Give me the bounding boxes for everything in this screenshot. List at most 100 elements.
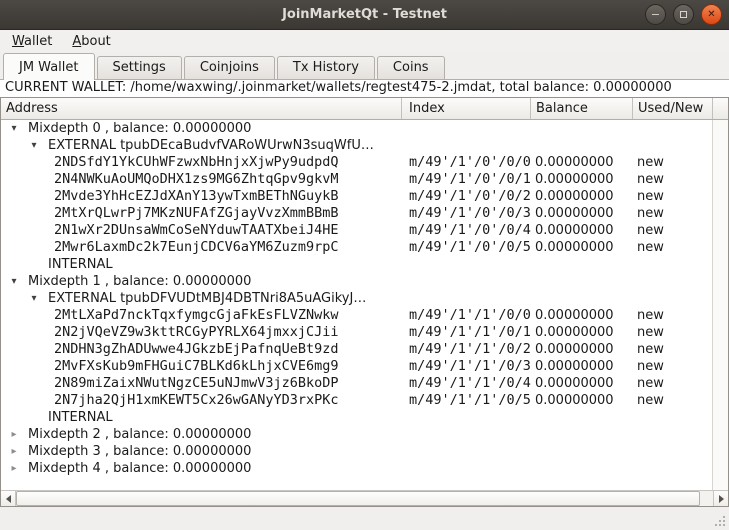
maximize-icon[interactable]: [673, 4, 694, 25]
row-label: 2MtLXaPd7nckTqxfymgcGjaFkEsFLVZNwkw: [54, 307, 338, 323]
expand-arrow-icon[interactable]: ▾: [27, 290, 41, 307]
minimize-icon[interactable]: −: [645, 4, 666, 25]
tree-row[interactable]: 2N2jVQeVZ9w3kttRCGyPYRLX64jmxxjCJii m/49…: [1, 324, 712, 341]
index-cell: m/49'/1'/0'/0/2: [402, 188, 531, 205]
tab-jm-wallet[interactable]: JM Wallet: [3, 53, 95, 80]
address-cell: ▾ EXTERNAL tpubDEcaBudvfVARoWUrwN3suqWfU…: [1, 137, 402, 154]
tab-settings[interactable]: Settings: [97, 56, 182, 79]
menu-about[interactable]: About: [62, 32, 120, 51]
scroll-left-arrow-icon[interactable]: [1, 491, 16, 506]
column-header-balance[interactable]: Balance: [531, 98, 633, 119]
expand-arrow-icon[interactable]: ▾: [7, 120, 21, 137]
tree-row[interactable]: 2MtLXaPd7nckTqxfymgcGjaFkEsFLVZNwkw m/49…: [1, 307, 712, 324]
column-header-used-new[interactable]: Used/New: [633, 98, 713, 119]
used-new-cell: [633, 256, 712, 273]
address-cell: 2Mvde3YhHcEZJdXAnY13ywTxmBEThNGuykB: [1, 188, 402, 205]
used-new-cell: new: [633, 375, 712, 392]
expand-arrow-icon[interactable]: ▸: [7, 443, 21, 460]
index-cell: m/49'/1'/1'/0/1: [402, 324, 531, 341]
address-cell: INTERNAL: [1, 409, 402, 426]
tree-row[interactable]: 2MvFXsKub9mFHGuiC7BLKd6kLhjxCVE6mg9 m/49…: [1, 358, 712, 375]
tree-row[interactable]: ▸ Mixdepth 4 , balance: 0.00000000: [1, 460, 712, 477]
address-cell: 2N4NWKuAoUMQoDHX1zs9MG6ZhtqGpv9gkvM: [1, 171, 402, 188]
tree-row[interactable]: 2N4NWKuAoUMQoDHX1zs9MG6ZhtqGpv9gkvM m/49…: [1, 171, 712, 188]
row-label: 2N7jha2QjH1xmKEWT5Cx26wGANyYD3rxPKc: [54, 392, 338, 408]
grip-dots: [723, 524, 725, 526]
used-new-cell: new: [633, 171, 712, 188]
expand-arrow-icon[interactable]: ▸: [7, 460, 21, 477]
tree-row[interactable]: 2Mvde3YhHcEZJdXAnY13ywTxmBEThNGuykB m/49…: [1, 188, 712, 205]
row-label: Mixdepth 0 , balance: 0.00000000: [28, 121, 251, 136]
balance-cell: [531, 290, 633, 307]
row-label: Mixdepth 2 , balance: 0.00000000: [28, 427, 251, 442]
tree-row[interactable]: 2NDSfdY1YkCUhWFzwxNbHnjxXjwPy9udpdQ m/49…: [1, 154, 712, 171]
menu-wallet[interactable]: Wallet: [2, 32, 62, 51]
window-title: JoinMarketQt - Testnet: [282, 7, 447, 22]
index-cell: m/49'/1'/0'/0/3: [402, 205, 531, 222]
window-controls: − ✕: [645, 4, 722, 25]
tree-row[interactable]: INTERNAL: [1, 256, 712, 273]
tree-row[interactable]: ▸ Mixdepth 2 , balance: 0.00000000: [1, 426, 712, 443]
used-new-cell: [633, 460, 712, 477]
balance-cell: [531, 460, 633, 477]
tree-row[interactable]: 2N1wXr2DUnsaWmCoSeNYduwTAATXbeiJ4HE m/49…: [1, 222, 712, 239]
expand-arrow-icon[interactable]: ▸: [7, 426, 21, 443]
row-label: Mixdepth 4 , balance: 0.00000000: [28, 461, 251, 476]
column-header-filler: [713, 98, 728, 119]
address-cell: 2NDHN3gZhADUwwe4JGkzbEjPafnqUeBt9zd: [1, 341, 402, 358]
tree-row[interactable]: 2NDHN3gZhADUwwe4JGkzbEjPafnqUeBt9zd m/49…: [1, 341, 712, 358]
expand-arrow-icon[interactable]: ▾: [7, 273, 21, 290]
row-label: EXTERNAL tpubDEcaBudvfVARoWUrwN3suqWfU…: [48, 138, 374, 153]
tab-coins[interactable]: Coins: [377, 56, 445, 79]
expand-arrow-icon[interactable]: ▾: [27, 137, 41, 154]
vertical-scrollbar[interactable]: [712, 120, 728, 490]
index-cell: [402, 290, 531, 307]
tree-row[interactable]: 2N7jha2QjH1xmKEWT5Cx26wGANyYD3rxPKc m/49…: [1, 392, 712, 409]
tree-viewport: ▾ Mixdepth 0 , balance: 0.00000000 ▾ EXT…: [1, 120, 728, 490]
column-header-index[interactable]: Index: [402, 98, 531, 119]
close-icon[interactable]: ✕: [701, 4, 722, 25]
used-new-cell: [633, 137, 712, 154]
tree-row[interactable]: ▾ EXTERNAL tpubDEcaBudvfVARoWUrwN3suqWfU…: [1, 137, 712, 154]
horizontal-scrollbar-thumb[interactable]: [16, 491, 700, 506]
address-cell: 2MvFXsKub9mFHGuiC7BLKd6kLhjxCVE6mg9: [1, 358, 402, 375]
column-header-address[interactable]: Address: [1, 98, 402, 119]
address-cell: 2Mwr6LaxmDc2k7EunjCDCV6aYM6Zuzm9rpC: [1, 239, 402, 256]
used-new-cell: new: [633, 358, 712, 375]
tree-row[interactable]: ▾ EXTERNAL tpubDFVUDtMBJ4DBTNri8A5uAGiky…: [1, 290, 712, 307]
balance-cell: 0.00000000: [531, 392, 633, 409]
horizontal-scrollbar[interactable]: [1, 490, 728, 506]
tree-row[interactable]: ▸ Mixdepth 3 , balance: 0.00000000: [1, 443, 712, 460]
tree-row[interactable]: ▾ Mixdepth 1 , balance: 0.00000000: [1, 273, 712, 290]
tab-tx-history[interactable]: Tx History: [277, 56, 375, 79]
tree-row[interactable]: 2MtXrQLwrPj7MKzNUFAfZGjayVvzXmmBBmB m/49…: [1, 205, 712, 222]
row-label: Mixdepth 1 , balance: 0.00000000: [28, 274, 251, 289]
tree-row[interactable]: ▾ Mixdepth 0 , balance: 0.00000000: [1, 120, 712, 137]
row-label: EXTERNAL tpubDFVUDtMBJ4DBTNri8A5uAGikyJ…: [48, 291, 366, 306]
address-cell: INTERNAL: [1, 256, 402, 273]
balance-cell: 0.00000000: [531, 341, 633, 358]
balance-cell: [531, 273, 633, 290]
used-new-cell: new: [633, 239, 712, 256]
row-label: 2MtXrQLwrPj7MKzNUFAfZGjayVvzXmmBBmB: [54, 205, 338, 221]
tab-coinjoins[interactable]: Coinjoins: [184, 56, 275, 79]
tree-row[interactable]: 2N89miZaixNWutNgzCE5uNJmwV3jz6BkoDP m/49…: [1, 375, 712, 392]
index-cell: m/49'/1'/1'/0/0: [402, 307, 531, 324]
scroll-right-arrow-icon[interactable]: [713, 491, 728, 506]
balance-cell: [531, 120, 633, 137]
tree-row[interactable]: INTERNAL: [1, 409, 712, 426]
address-cell: ▾ Mixdepth 1 , balance: 0.00000000: [1, 273, 402, 290]
used-new-cell: new: [633, 392, 712, 409]
balance-cell: 0.00000000: [531, 154, 633, 171]
index-cell: [402, 443, 531, 460]
used-new-cell: [633, 443, 712, 460]
tree-row[interactable]: 2Mwr6LaxmDc2k7EunjCDCV6aYM6Zuzm9rpC m/49…: [1, 239, 712, 256]
index-cell: [402, 256, 531, 273]
menubar: Wallet About: [0, 30, 729, 52]
index-cell: m/49'/1'/0'/0/0: [402, 154, 531, 171]
row-label: 2NDSfdY1YkCUhWFzwxNbHnjxXjwPy9udpdQ: [54, 154, 338, 170]
row-label: 2MvFXsKub9mFHGuiC7BLKd6kLhjxCVE6mg9: [54, 358, 338, 374]
resize-grip[interactable]: [714, 515, 725, 526]
row-label: 2N4NWKuAoUMQoDHX1zs9MG6ZhtqGpv9gkvM: [54, 171, 338, 187]
balance-cell: [531, 256, 633, 273]
